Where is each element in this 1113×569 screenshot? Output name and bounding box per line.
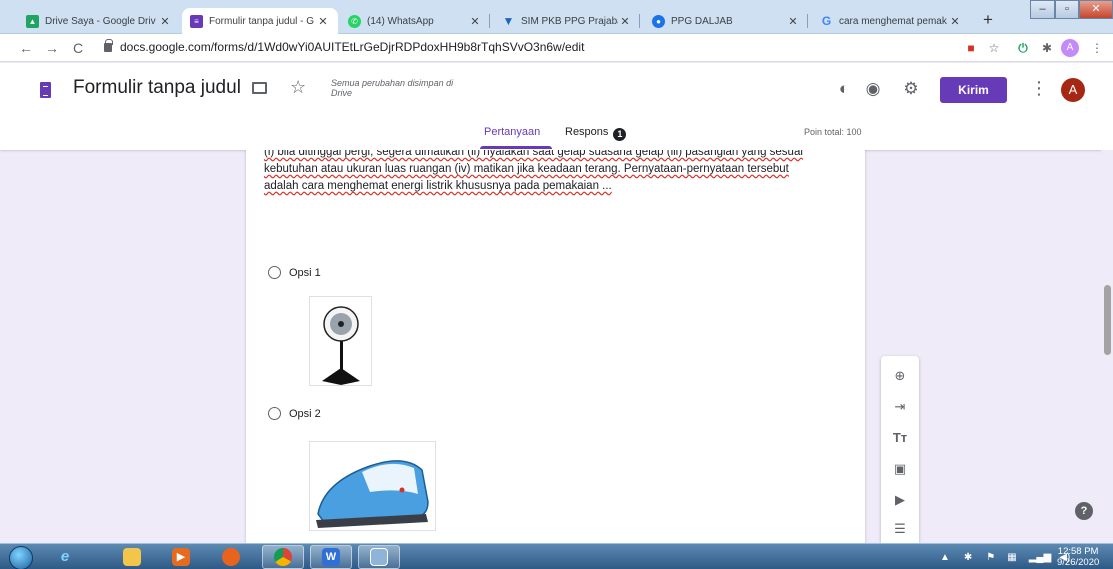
option-label: Opsi 2 <box>289 407 321 420</box>
file-explorer-icon[interactable] <box>111 545 153 569</box>
google-g-icon: G <box>821 14 832 28</box>
add-title-icon[interactable]: Tт <box>890 428 910 448</box>
internet-explorer-icon[interactable]: e <box>44 545 86 569</box>
tab-questions[interactable]: Pertanyaan <box>484 126 540 138</box>
question-side-toolbar: ⊕ ⇥ Tт ▣ ▶ ☰ <box>881 356 919 543</box>
avatar[interactable]: A <box>1061 78 1085 102</box>
import-questions-icon[interactable]: ⇥ <box>890 397 910 417</box>
chrome-icon[interactable] <box>262 545 304 569</box>
option-1[interactable]: Opsi 1 <box>268 266 321 279</box>
tab-google-drive[interactable]: ▲ Drive Saya - Google Driv ✕ <box>18 8 180 34</box>
required-asterisk: * <box>835 150 840 156</box>
lock-icon <box>104 38 113 52</box>
option-label: Opsi 1 <box>289 266 321 279</box>
new-tab-button[interactable]: + <box>978 10 998 30</box>
tab-separator <box>489 14 490 28</box>
tab-ppg-daljab[interactable]: ● PPG DALJAB ✕ <box>644 8 808 34</box>
response-count-badge: 1 <box>613 128 627 141</box>
maximize-window-button[interactable]: ▫ <box>1055 0 1079 19</box>
wps-office-icon[interactable]: W <box>310 545 352 569</box>
close-tab-icon[interactable]: ✕ <box>786 15 800 28</box>
form-tabs: Pertanyaan Respons 1 <box>0 115 1113 150</box>
profile-avatar[interactable]: A <box>1061 39 1079 57</box>
scrollbar-thumb[interactable] <box>1104 285 1111 355</box>
radio-button[interactable] <box>268 266 281 279</box>
forms-header: Formulir tanpa judul ☆ Semua perubahan d… <box>0 63 1113 150</box>
standing-fan-image[interactable] <box>309 296 372 386</box>
add-section-icon[interactable]: ☰ <box>890 519 910 539</box>
device-icon[interactable]: ▦ <box>1007 552 1016 563</box>
network-signal-icon[interactable]: ▂▄▆ <box>1029 552 1051 563</box>
question-text[interactable]: (i) bila ditinggal pergi, segera dimatik… <box>264 150 824 195</box>
google-drive-icon: ▲ <box>26 14 39 28</box>
url-text: docs.google.com/forms/d/1Wd0wYi0AUITEtLr… <box>120 40 585 54</box>
taskbar-clock[interactable]: 12:58 PM 9/26/2020 <box>1057 546 1099 568</box>
tab-google-search[interactable]: G cara menghemat pemak ✕ <box>812 8 970 34</box>
palette-icon[interactable]: ◐ <box>833 78 855 100</box>
close-tab-icon[interactable]: ✕ <box>618 15 632 28</box>
tab-responses-label: Respons <box>565 126 609 138</box>
forward-icon[interactable]: → <box>42 38 62 58</box>
close-tab-icon[interactable]: ✕ <box>316 15 330 28</box>
close-window-button[interactable]: ✕ <box>1079 0 1113 19</box>
whatsapp-icon: ✆ <box>348 14 361 28</box>
windows-start-button[interactable] <box>6 544 34 569</box>
minimize-window-button[interactable]: – <box>1030 0 1055 19</box>
total-points: Poin total: 100 <box>804 127 862 137</box>
vuetify-icon: ▼ <box>502 14 515 28</box>
address-bar[interactable]: docs.google.com/forms/d/1Wd0wYi0AUITEtLr… <box>104 38 585 54</box>
add-image-icon[interactable]: ▣ <box>890 459 910 479</box>
tab-responses[interactable]: Respons 1 <box>565 126 627 141</box>
browser-toolbar: ← → C docs.google.com/forms/d/1Wd0wYi0AU… <box>0 34 1113 62</box>
google-forms-icon[interactable] <box>40 82 51 98</box>
extension-power-icon[interactable]: ⏻ <box>1014 39 1032 57</box>
extension-icon[interactable]: ■ <box>962 39 980 57</box>
firefox-icon[interactable] <box>210 545 252 569</box>
more-options-icon[interactable]: ⋮ <box>1030 78 1048 99</box>
tab-google-forms[interactable]: ≡ Formulir tanpa judul - G ✕ <box>182 8 338 34</box>
reload-icon[interactable]: C <box>68 38 88 58</box>
add-video-icon[interactable]: ▶ <box>890 490 910 510</box>
close-tab-icon[interactable]: ✕ <box>158 15 172 28</box>
tab-whatsapp[interactable]: ✆ (14) WhatsApp ✕ <box>340 8 490 34</box>
globe-icon: ● <box>652 14 665 28</box>
option-2[interactable]: Opsi 2 <box>268 407 321 420</box>
active-tab-indicator <box>480 146 552 149</box>
back-icon[interactable]: ← <box>16 38 36 58</box>
preview-eye-icon[interactable]: ◉ <box>862 78 884 100</box>
media-player-icon[interactable]: ▶ <box>160 545 202 569</box>
show-hidden-icons-icon[interactable]: ▲ <box>940 552 950 563</box>
windows-taskbar: e ▶ W ▲ ✱ ⚑ ▦ ▂▄▆ ◀) 12:58 PM 9/26/2020 <box>0 543 1113 569</box>
google-forms-icon: ≡ <box>190 14 203 28</box>
close-tab-icon[interactable]: ✕ <box>468 15 482 28</box>
form-editor-canvas: (i) bila ditinggal pergi, segera dimatik… <box>0 150 1113 543</box>
action-center-flag-icon[interactable]: ⚑ <box>986 552 995 563</box>
help-icon[interactable]: ? <box>1075 502 1093 520</box>
screenshot-tool-icon[interactable] <box>358 545 400 569</box>
clock-date: 9/26/2020 <box>1057 557 1100 568</box>
bluetooth-icon[interactable]: ✱ <box>964 552 972 563</box>
radio-button[interactable] <box>268 407 281 420</box>
move-to-folder-icon[interactable] <box>252 82 267 94</box>
browser-tab-strip: ▲ Drive Saya - Google Driv ✕ ≡ Formulir … <box>0 0 1113 34</box>
settings-gear-icon[interactable]: ⚙ <box>900 78 922 100</box>
tab-separator <box>807 14 808 28</box>
browser-menu-icon[interactable]: ⋮ <box>1088 39 1106 57</box>
extensions-puzzle-icon[interactable]: ✱ <box>1038 39 1056 57</box>
save-status: Semua perubahan disimpan di Drive <box>331 78 454 98</box>
tab-separator <box>639 14 640 28</box>
electric-iron-image[interactable] <box>309 441 436 531</box>
bookmark-star-icon[interactable]: ☆ <box>985 39 1003 57</box>
close-tab-icon[interactable]: ✕ <box>948 15 962 28</box>
add-question-icon[interactable]: ⊕ <box>890 366 910 386</box>
form-title[interactable]: Formulir tanpa judul <box>73 77 241 99</box>
star-icon[interactable]: ☆ <box>290 77 306 98</box>
send-button[interactable]: Kirim <box>940 77 1007 103</box>
clock-time: 12:58 PM <box>1057 546 1099 557</box>
question-card[interactable]: (i) bila ditinggal pergi, segera dimatik… <box>246 150 865 543</box>
tab-sim-pkb[interactable]: ▼ SIM PKB PPG Prajabatan ✕ <box>494 8 640 34</box>
